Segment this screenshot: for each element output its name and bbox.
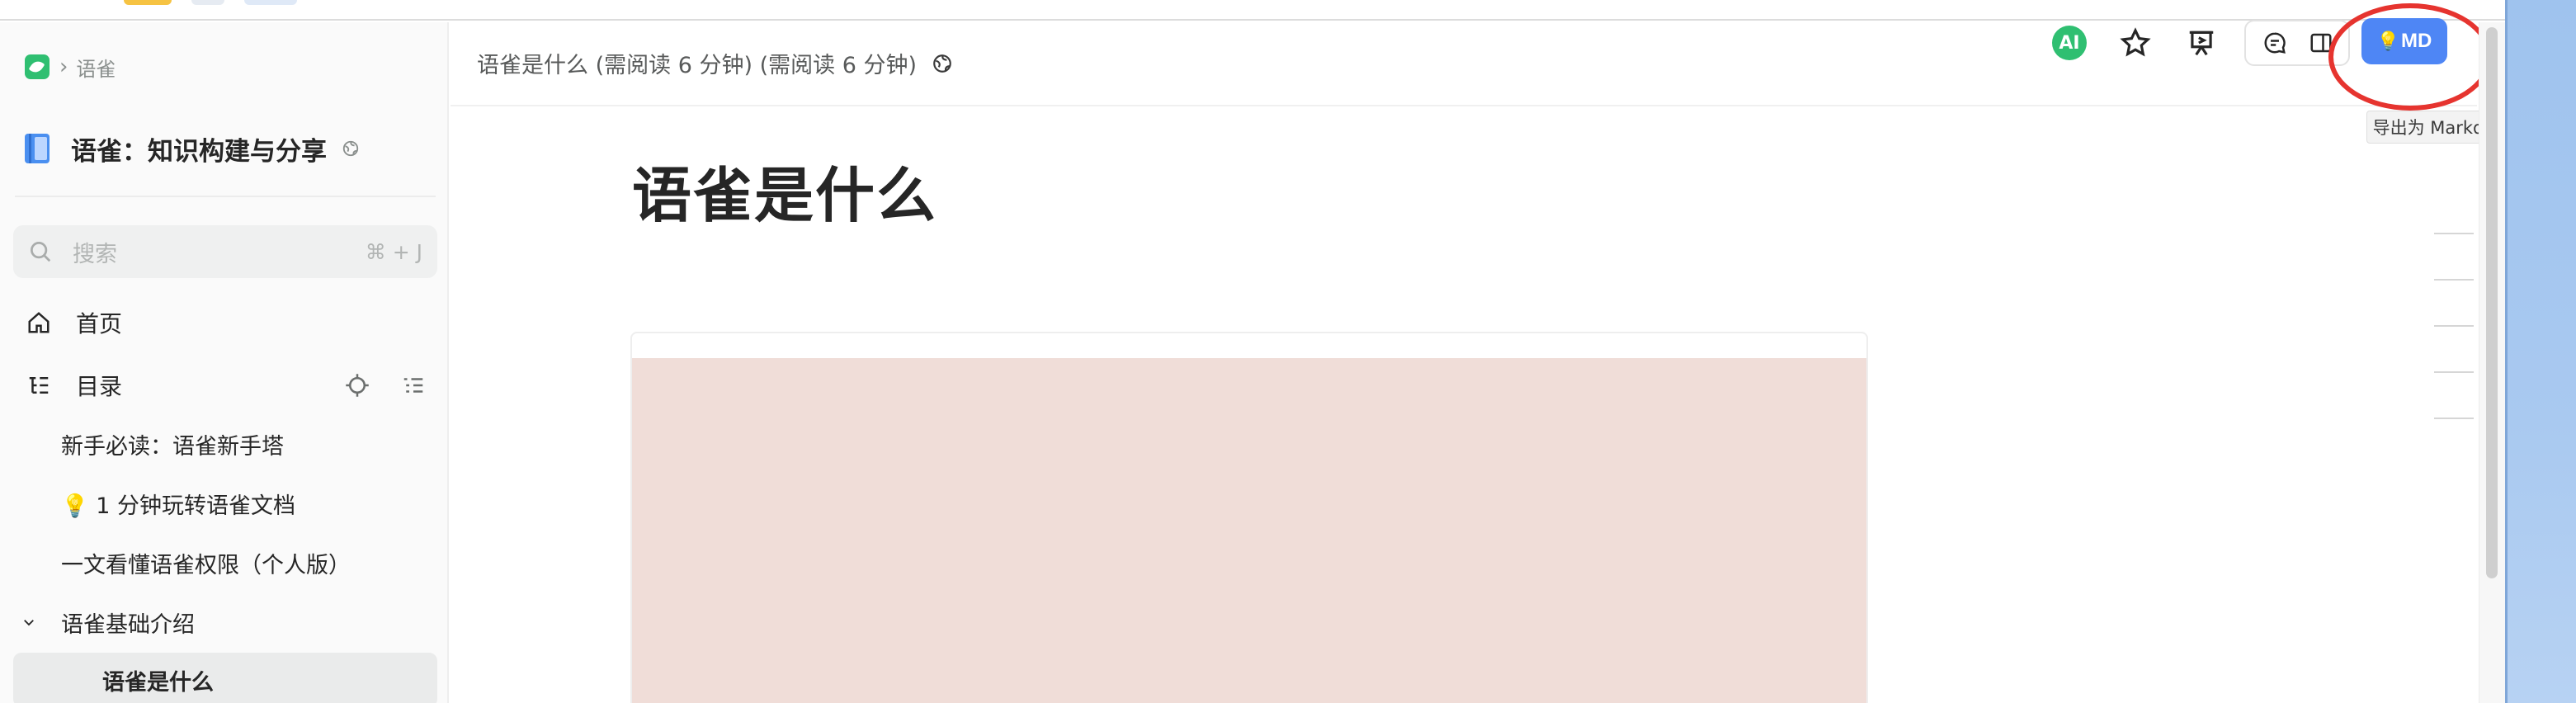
globe-icon[interactable] (932, 53, 953, 74)
yuque-logo-icon (25, 54, 50, 79)
ai-icon: AI (2052, 26, 2087, 60)
home-icon (28, 312, 50, 333)
document-header: 语雀是什么 (需阅读 6 分钟) (需阅读 6 分钟) (451, 22, 2477, 106)
favorite-button[interactable] (2117, 25, 2154, 61)
tree-item-label: 语雀基础介绍 (61, 611, 195, 638)
search-placeholder: 搜索 (73, 241, 117, 267)
presentation-icon (2189, 31, 2214, 56)
scrollbar[interactable] (2479, 22, 2505, 703)
book-title[interactable]: 语雀：知识构建与分享 (71, 130, 327, 167)
tree-item[interactable]: 新手必读：语雀新手塔 (13, 417, 437, 471)
sidebar-item-catalog[interactable]: 目录 (13, 361, 437, 410)
globe-icon (342, 140, 359, 157)
toc-minimap[interactable] (2434, 233, 2474, 464)
tab-stub-gray[interactable] (191, 0, 224, 5)
sidebar-item-label: 目录 (76, 373, 123, 400)
toc-mark[interactable] (2434, 418, 2474, 419)
search-icon (31, 242, 51, 262)
ai-assistant-button[interactable]: AI (2051, 25, 2088, 61)
scrollbar-thumb[interactable] (2486, 27, 2498, 578)
toc-mark[interactable] (2434, 371, 2474, 373)
tree-item-group[interactable]: 语雀基础介绍 (13, 595, 437, 649)
tab-stub-yellow[interactable] (124, 0, 172, 5)
tree-item-label: 一文看懂语雀权限（个人版） (61, 552, 351, 578)
collapse-list-icon[interactable] (401, 373, 426, 398)
book-header[interactable]: 语雀：知识构建与分享 (25, 128, 360, 169)
comment-icon[interactable] (2262, 31, 2287, 55)
sidebar-item-home[interactable]: 首页 (13, 298, 437, 347)
chevron-right-icon: › (59, 54, 68, 79)
tree-item-label: 💡 1 分钟玩转语雀文档 (61, 493, 295, 519)
tab-stub-blue[interactable] (244, 0, 297, 5)
search-shortcut: ⌘ + J (365, 239, 422, 264)
outline-list-icon (29, 377, 49, 394)
locate-icon[interactable] (345, 373, 370, 398)
document-title[interactable]: 语雀是什么 (632, 147, 937, 234)
export-markdown-label: MD (2401, 30, 2432, 52)
sidebar-item-label: 首页 (76, 310, 123, 337)
present-button[interactable] (2183, 25, 2220, 61)
breadcrumb-label[interactable]: 语雀 (76, 53, 116, 82)
toc-mark[interactable] (2434, 279, 2474, 281)
tree-item-label: 新手必读：语雀新手塔 (61, 433, 284, 460)
tree-item[interactable]: 一文看懂语雀权限（个人版） (13, 536, 437, 590)
doc-breadcrumb-label: 语雀是什么 (需阅读 6 分钟) (需阅读 6 分钟) (477, 53, 917, 78)
toc-mark[interactable] (2434, 233, 2474, 234)
toc-mark[interactable] (2434, 325, 2474, 327)
doc-breadcrumb: 语雀是什么 (需阅读 6 分钟) (需阅读 6 分钟) (477, 47, 953, 79)
star-icon (2120, 27, 2151, 57)
embedded-image-card[interactable] (630, 332, 1868, 703)
image-placeholder (632, 358, 1866, 703)
breadcrumb[interactable]: › 语雀 (25, 50, 116, 83)
tree-item[interactable]: 💡 1 分钟玩转语雀文档 (13, 476, 437, 531)
sidebar: › 语雀 语雀：知识构建与分享 搜索 ⌘ + J 首页 目录 新手必读：语雀新手… (0, 22, 449, 703)
catalog-tools (332, 373, 426, 398)
search-input[interactable]: 搜索 ⌘ + J (13, 225, 437, 278)
tree-item-active[interactable]: 语雀是什么 (13, 653, 437, 703)
lightbulb-icon: 💡 (2376, 31, 2400, 51)
book-icon (25, 134, 50, 163)
view-toggle-group (2244, 20, 2350, 66)
chevron-down-icon[interactable] (21, 610, 46, 635)
sidebar-panel-icon[interactable] (2309, 31, 2333, 55)
export-markdown-button[interactable]: 💡 MD (2361, 18, 2447, 64)
sidebar-divider (15, 196, 436, 197)
desktop-background (2505, 0, 2576, 703)
tree-item-label: 语雀是什么 (102, 669, 214, 696)
window-top-strip (0, 0, 2505, 21)
